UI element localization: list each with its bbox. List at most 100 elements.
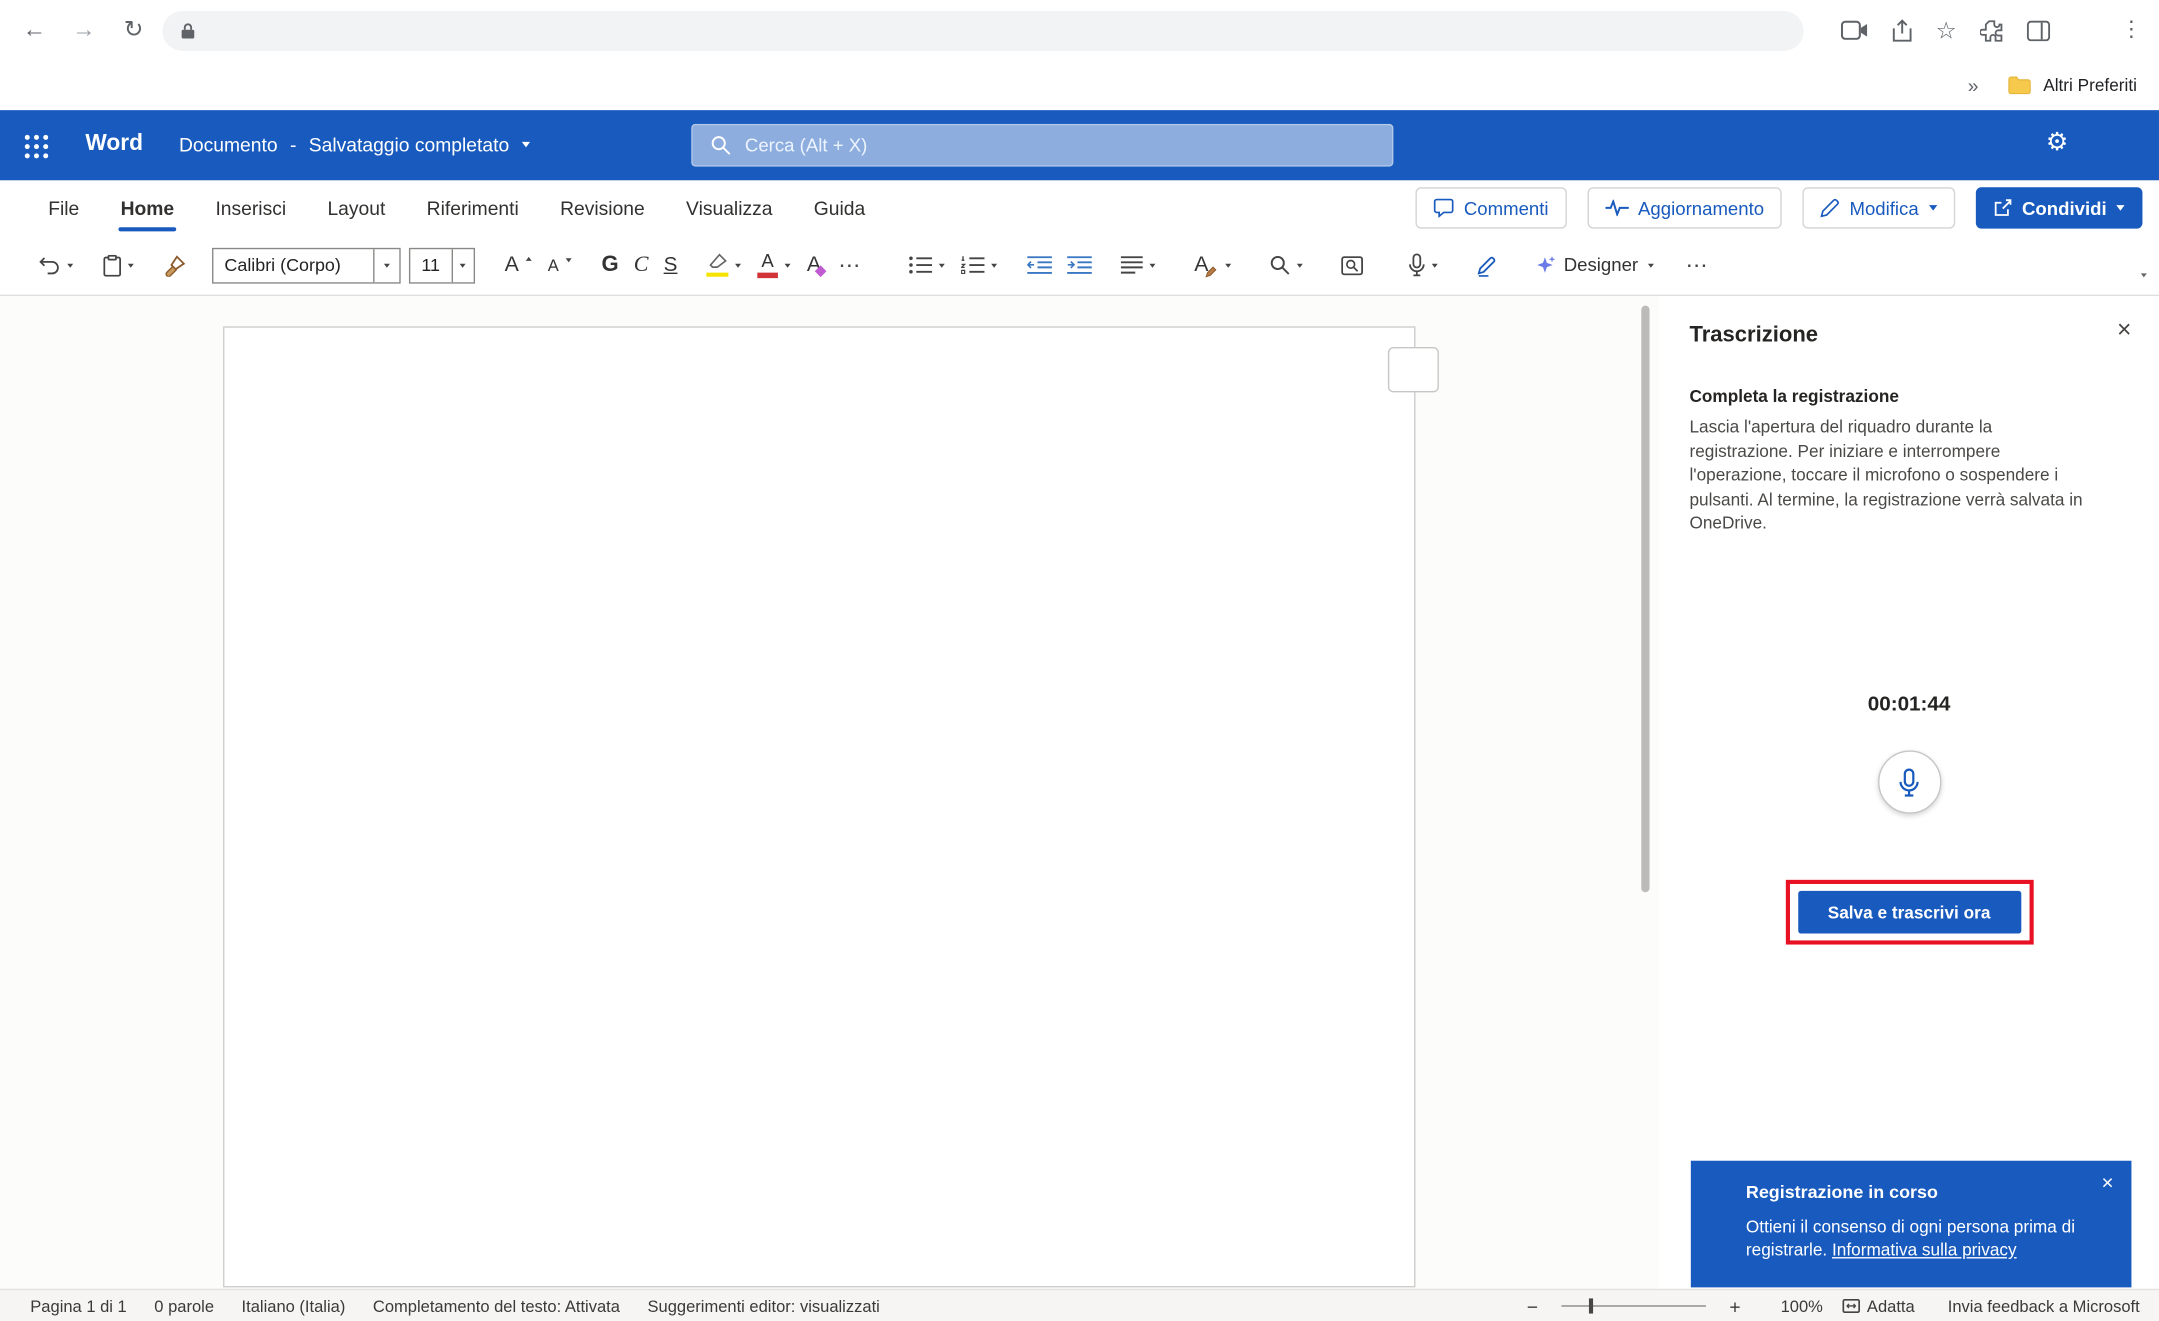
language-indicator[interactable]: Italiano (Italia) (242, 1296, 346, 1315)
bold-button[interactable]: G (594, 243, 626, 287)
zoom-in-button[interactable]: + (1725, 1295, 1745, 1317)
shrink-font-button[interactable]: A (540, 243, 580, 287)
reading-view-button[interactable] (1333, 243, 1370, 287)
browser-reload-button[interactable]: ↻ (113, 10, 154, 51)
font-color-button[interactable]: A (750, 243, 800, 287)
panel-close-button[interactable]: × (2117, 315, 2131, 344)
zoom-slider[interactable] (1561, 1298, 1706, 1315)
tab-revisione[interactable]: Revisione (539, 180, 665, 235)
tab-guida[interactable]: Guida (793, 180, 886, 235)
section-title: Completa la registrazione (1689, 387, 1898, 406)
ribbon-collapse-button[interactable] (2140, 260, 2148, 285)
format-painter-button[interactable] (156, 243, 193, 287)
browser-address-bar[interactable] (162, 10, 1803, 50)
tab-riferimenti[interactable]: Riferimenti (406, 180, 539, 235)
increase-indent-icon (1068, 256, 1093, 274)
save-and-transcribe-button[interactable]: Salva e trascrivi ora (1798, 891, 2021, 934)
extensions-icon[interactable] (1980, 19, 2003, 42)
chevron-down-icon (373, 249, 399, 282)
designer-button[interactable]: Designer (1527, 243, 1662, 287)
document-title-bar[interactable]: Documento - Salvataggio completato (179, 134, 530, 156)
header-search (691, 123, 1393, 166)
styles-button[interactable]: A (1187, 243, 1240, 287)
app-name[interactable]: Word (85, 131, 143, 157)
numbered-list-button[interactable] (954, 243, 1006, 287)
chevron-down-icon (1225, 263, 1231, 267)
bookmarks-bar: » Altri Preferiti (0, 61, 2159, 111)
font-more-button[interactable]: ⋯ (829, 251, 872, 279)
side-panel-icon[interactable] (2027, 20, 2050, 41)
zoom-slider-thumb[interactable] (1589, 1298, 1593, 1313)
highlight-color-button[interactable] (699, 243, 750, 287)
editor-button[interactable] (1468, 243, 1505, 287)
chevron-up-icon (526, 256, 532, 260)
browser-back-button[interactable]: ← (14, 10, 55, 51)
grow-font-button[interactable]: A (497, 243, 540, 287)
settings-gear-icon[interactable]: ⚙ (2046, 128, 2068, 157)
dictate-button[interactable] (1401, 243, 1446, 287)
chevron-down-icon (785, 263, 791, 267)
notification-close-button[interactable]: × (2101, 1172, 2113, 1195)
editor-suggestions-status[interactable]: Suggerimenti editor: visualizzati (647, 1296, 879, 1315)
comments-button[interactable]: Commenti (1416, 187, 1567, 228)
app-launcher-icon[interactable] (18, 128, 54, 164)
browser-forward-button[interactable]: → (63, 10, 104, 51)
toolbar-more-button[interactable]: ⋯ (1676, 251, 1719, 279)
vertical-scrollbar[interactable] (1640, 296, 1651, 1289)
font-name-select[interactable]: Calibri (Corpo) (212, 247, 401, 283)
video-call-icon[interactable] (1841, 21, 1869, 40)
search-input[interactable] (691, 123, 1393, 166)
text-completion-status[interactable]: Completamento del testo: Attivata (373, 1296, 620, 1315)
feedback-link[interactable]: Invia feedback a Microsoft (1948, 1296, 2140, 1315)
increase-indent-button[interactable] (1060, 243, 1100, 287)
tab-visualizza[interactable]: Visualizza (665, 180, 793, 235)
document-page[interactable] (223, 326, 1415, 1287)
tab-inserisci[interactable]: Inserisci (195, 180, 307, 235)
status-left-group: Pagina 1 di 1 0 parole Italiano (Italia)… (30, 1296, 880, 1315)
page-count[interactable]: Pagina 1 di 1 (30, 1296, 126, 1315)
bookmarks-overflow-button[interactable]: » (1968, 74, 1979, 96)
word-count[interactable]: 0 parole (154, 1296, 214, 1315)
undo-button[interactable] (30, 243, 81, 287)
other-bookmarks-button[interactable]: Altri Preferiti (2043, 76, 2137, 95)
update-button[interactable]: Aggiornamento (1587, 187, 1782, 228)
pause-recording-button[interactable] (1877, 750, 1940, 813)
clear-formatting-button[interactable]: A (799, 243, 828, 287)
decrease-indent-button[interactable] (1020, 243, 1060, 287)
alignment-button[interactable] (1114, 243, 1165, 287)
font-size-select[interactable]: 11 (409, 247, 475, 283)
browser-action-icons: ☆ ⋮ (1841, 0, 2143, 61)
edit-mode-button[interactable]: Modifica (1803, 187, 1955, 228)
share-box-icon (1993, 198, 2012, 217)
search-icon (710, 134, 731, 155)
ribbon-tab-bar: File Home Inserisci Layout Riferimenti R… (0, 180, 2159, 235)
bulleted-list-button[interactable] (902, 243, 954, 287)
tab-file[interactable]: File (28, 180, 100, 235)
chevron-down-icon (1150, 263, 1156, 267)
zoom-level[interactable]: 100% (1781, 1296, 1823, 1315)
fit-width-button[interactable]: Adatta (1842, 1296, 1915, 1315)
underline-button[interactable]: S (656, 243, 685, 287)
comment-anchor-card[interactable] (1388, 347, 1439, 392)
browser-menu-icon[interactable]: ⋮ (2120, 19, 2142, 41)
italic-button[interactable]: C (626, 243, 656, 287)
tab-layout[interactable]: Layout (307, 180, 406, 235)
style-pen-icon (1204, 265, 1216, 277)
chevron-down-icon (565, 258, 571, 262)
share-button[interactable]: Condividi (1975, 187, 2142, 228)
tab-home[interactable]: Home (100, 180, 195, 235)
privacy-policy-link[interactable]: Informativa sulla privacy (1832, 1241, 2017, 1260)
scrollbar-thumb[interactable] (1641, 306, 1649, 893)
document-name[interactable]: Documento (179, 134, 278, 156)
undo-icon (38, 255, 60, 274)
recording-notification: Registrazione in corso × Ottieni il cons… (1691, 1161, 2132, 1288)
zoom-slider-track (1561, 1305, 1706, 1306)
zoom-out-button[interactable]: − (1523, 1295, 1543, 1317)
bookmark-star-icon[interactable]: ☆ (1936, 19, 1957, 42)
chevron-down-icon (2116, 205, 2124, 211)
share-icon[interactable] (1892, 19, 1913, 42)
paste-button[interactable] (95, 243, 142, 287)
align-text-icon (1121, 256, 1143, 274)
save-status[interactable]: Salvataggio completato (309, 134, 509, 156)
find-button[interactable] (1261, 243, 1311, 287)
